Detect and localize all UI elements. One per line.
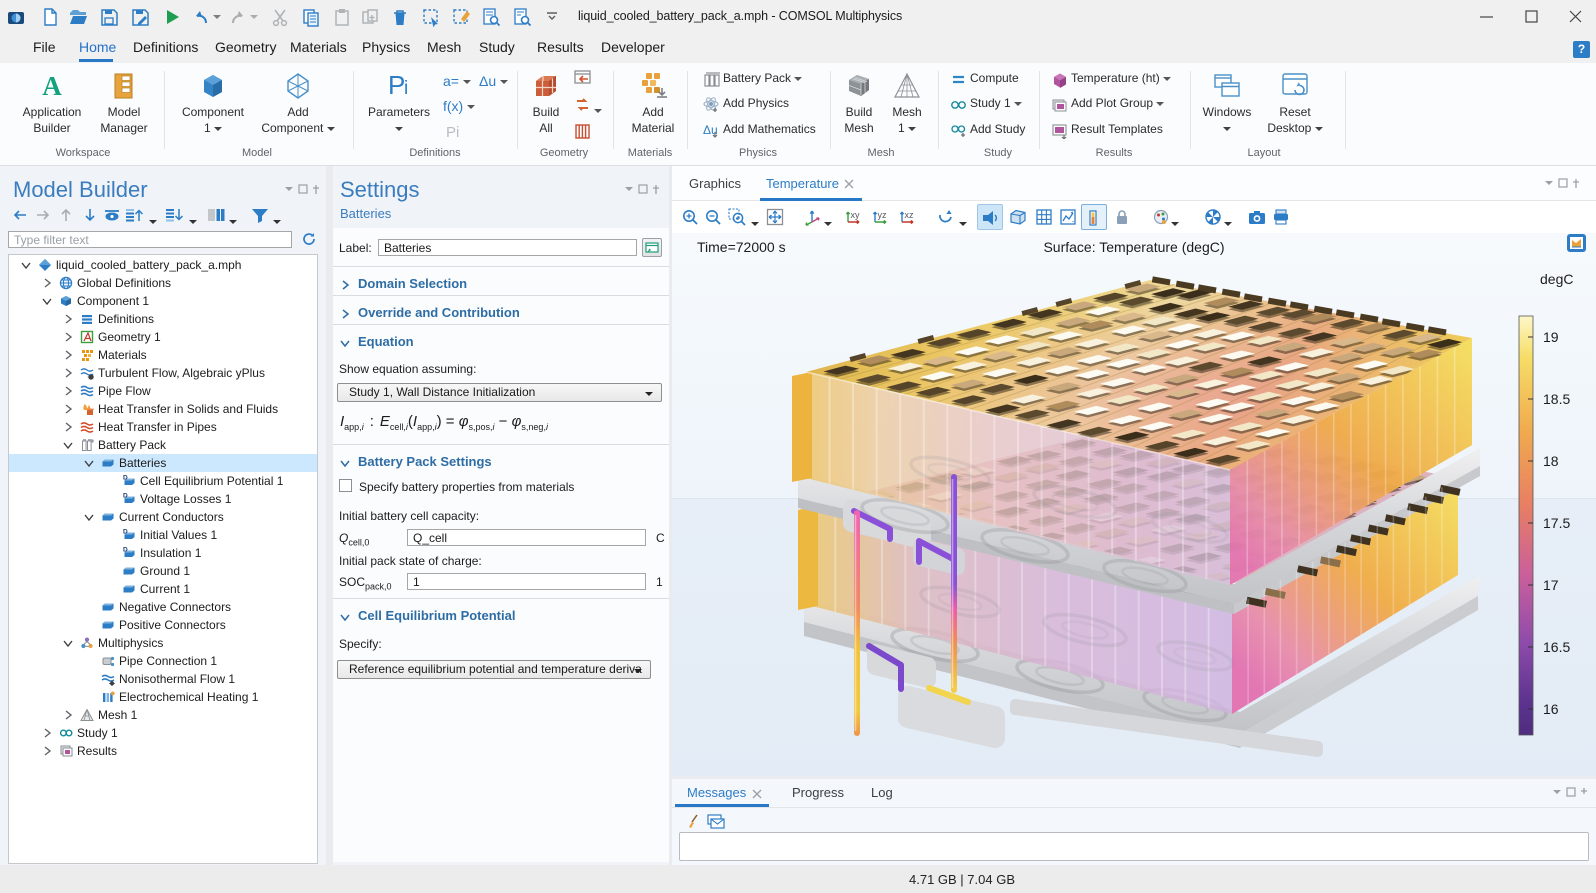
- svg-text:D: D: [123, 475, 128, 482]
- svg-text:16: 16: [1543, 701, 1559, 717]
- svg-text:16.5: 16.5: [1543, 639, 1570, 655]
- svg-text:i: i: [404, 78, 408, 99]
- svg-text:P: P: [388, 71, 405, 100]
- svg-text:17: 17: [1543, 577, 1559, 593]
- svg-text:18: 18: [1543, 453, 1559, 469]
- svg-text:degC: degC: [1540, 271, 1573, 287]
- svg-text:D: D: [123, 547, 128, 554]
- svg-text:xy: xy: [851, 210, 861, 220]
- svg-text:17.5: 17.5: [1543, 515, 1570, 531]
- svg-text:D: D: [123, 529, 128, 536]
- svg-text:18.5: 18.5: [1543, 391, 1570, 407]
- svg-text:19: 19: [1543, 329, 1559, 345]
- svg-text:yz: yz: [878, 210, 888, 220]
- svg-text:A: A: [42, 71, 62, 101]
- svg-text:D: D: [123, 493, 128, 500]
- svg-text:xz: xz: [905, 210, 915, 220]
